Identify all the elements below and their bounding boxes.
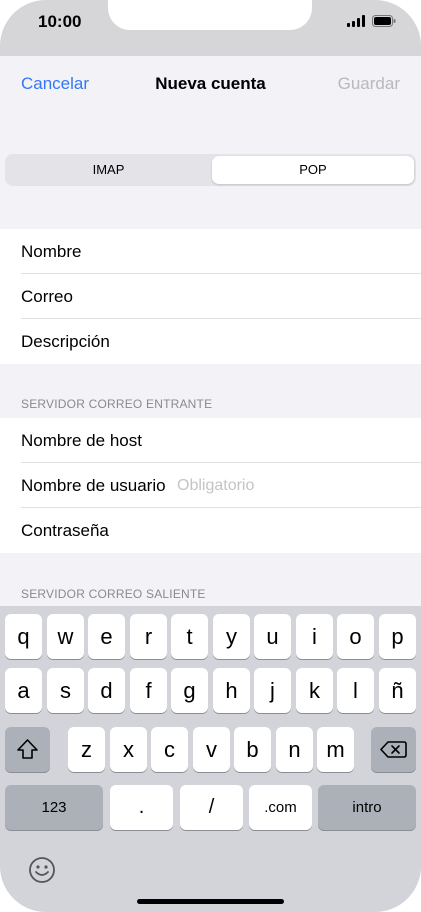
shift-icon [17, 739, 38, 759]
name-field[interactable]: Nombre [0, 229, 421, 274]
backspace-icon [380, 741, 407, 758]
key-u[interactable]: u [254, 614, 291, 659]
key-l[interactable]: l [337, 668, 374, 713]
dotcom-key[interactable]: .com [249, 785, 312, 830]
protocol-segmented-control: IMAP POP [5, 154, 416, 186]
segment-imap[interactable]: IMAP [7, 156, 210, 184]
numbers-key[interactable]: 123 [5, 785, 103, 830]
outgoing-server-header: SERVIDOR CORREO SALIENTE [21, 587, 206, 601]
username-label: Nombre de usuario [21, 476, 166, 495]
password-label: Contraseña [21, 521, 109, 540]
name-label: Nombre [21, 242, 82, 261]
key-r[interactable]: r [130, 614, 167, 659]
username-placeholder: Obligatorio [177, 477, 255, 494]
key-x[interactable]: x [110, 727, 147, 772]
period-key[interactable]: . [110, 785, 173, 830]
key-d[interactable]: d [88, 668, 125, 713]
key-q[interactable]: q [5, 614, 42, 659]
return-key[interactable]: intro [318, 785, 416, 830]
key-z[interactable]: z [68, 727, 105, 772]
email-label: Correo [21, 287, 73, 306]
key-t[interactable]: t [171, 614, 208, 659]
phone-screen: 10:00 Nueva cuenta Cancelar Guardar IMAP… [0, 0, 421, 912]
key-b[interactable]: b [234, 727, 271, 772]
host-label: Nombre de host [21, 431, 142, 450]
navigation-bar: Nueva cuenta Cancelar Guardar [0, 56, 421, 112]
segment-pop[interactable]: POP [212, 156, 414, 184]
key-h[interactable]: h [213, 668, 250, 713]
home-indicator[interactable] [137, 899, 284, 904]
notch [108, 0, 312, 30]
host-field[interactable]: Nombre de host [0, 418, 421, 463]
key-c[interactable]: c [151, 727, 188, 772]
shift-key[interactable] [5, 727, 50, 772]
key-w[interactable]: w [47, 614, 84, 659]
password-field[interactable]: Contraseña [0, 508, 421, 553]
key-v[interactable]: v [193, 727, 230, 772]
keyboard: q w e r t y u i o p a s d f g h j k l ñ … [0, 606, 421, 912]
description-field[interactable]: Descripción [0, 319, 421, 364]
key-o[interactable]: o [337, 614, 374, 659]
account-info-group: Nombre Correo Descripción [0, 229, 421, 364]
emoji-icon[interactable] [28, 856, 56, 884]
key-e[interactable]: e [88, 614, 125, 659]
key-s[interactable]: s [47, 668, 84, 713]
key-k[interactable]: k [296, 668, 333, 713]
key-g[interactable]: g [171, 668, 208, 713]
battery-icon [372, 15, 396, 27]
key-n[interactable]: n [276, 727, 313, 772]
delete-key[interactable] [371, 727, 416, 772]
key-y[interactable]: y [213, 614, 250, 659]
incoming-server-group: Nombre de host Nombre de usuario Obligat… [0, 418, 421, 553]
slash-key[interactable]: / [180, 785, 243, 830]
cancel-button[interactable]: Cancelar [21, 74, 89, 94]
key-p[interactable]: p [379, 614, 416, 659]
username-field[interactable]: Nombre de usuario Obligatorio [0, 463, 421, 508]
key-f[interactable]: f [130, 668, 167, 713]
status-bar: 10:00 [0, 0, 421, 56]
email-field[interactable]: Correo [0, 274, 421, 319]
description-label: Descripción [21, 332, 110, 351]
key-i[interactable]: i [296, 614, 333, 659]
key-enye[interactable]: ñ [379, 668, 416, 713]
key-j[interactable]: j [254, 668, 291, 713]
save-button[interactable]: Guardar [338, 74, 400, 94]
incoming-server-header: SERVIDOR CORREO ENTRANTE [21, 397, 213, 411]
status-time: 10:00 [38, 12, 82, 31]
key-m[interactable]: m [317, 727, 354, 772]
key-a[interactable]: a [5, 668, 42, 713]
cellular-signal-icon [347, 15, 365, 27]
